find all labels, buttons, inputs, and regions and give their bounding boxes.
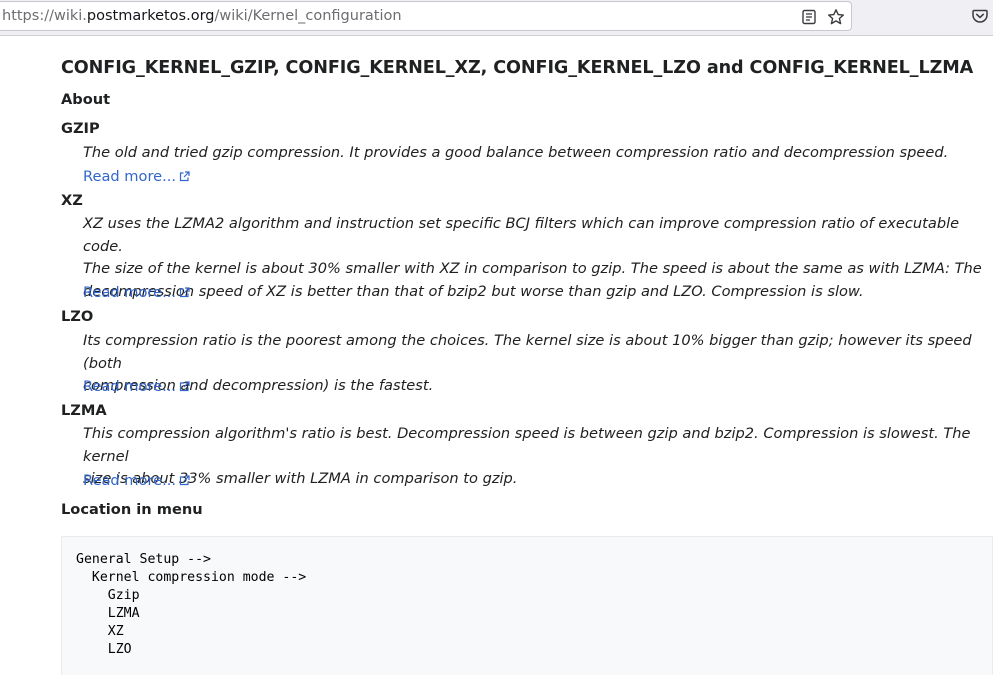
description-line: size is about 33% smaller with LZMA in c… xyxy=(83,470,518,487)
read-more-label: Read more... xyxy=(83,168,177,185)
section-description-lzma: This compression algorithm's ratio is be… xyxy=(83,423,993,491)
menu-code-block: General Setup --> Kernel compression mod… xyxy=(61,536,993,675)
url-bar[interactable]: https://wiki.postmarketos.org/wiki/Kerne… xyxy=(0,1,852,31)
location-heading: Location in menu xyxy=(61,501,203,518)
page-title: CONFIG_KERNEL_GZIP, CONFIG_KERNEL_XZ, CO… xyxy=(61,58,974,78)
page-content: CONFIG_KERNEL_GZIP, CONFIG_KERNEL_XZ, CO… xyxy=(61,36,993,675)
section-heading-xz: XZ xyxy=(61,192,83,209)
section-heading-lzma: LZMA xyxy=(61,402,107,419)
description-line: XZ uses the LZMA2 algorithm and instruct… xyxy=(83,215,960,255)
external-link-icon xyxy=(179,171,190,182)
external-link-icon xyxy=(179,475,190,486)
section-description-xz: XZ uses the LZMA2 algorithm and instruct… xyxy=(83,213,993,303)
url-domain: postmarketos.org xyxy=(86,8,215,24)
pocket-icon[interactable] xyxy=(971,7,989,25)
read-more-link-lzma[interactable]: Read more... xyxy=(83,472,190,489)
description-line: compression and decompression) is the fa… xyxy=(83,377,434,394)
read-more-label: Read more... xyxy=(83,472,177,489)
read-more-label: Read more... xyxy=(83,378,177,395)
code-line: Gzip xyxy=(76,588,140,604)
description-line: The size of the kernel is about 30% smal… xyxy=(83,260,982,277)
read-more-link-lzo[interactable]: Read more... xyxy=(83,378,190,395)
url-text[interactable]: https://wiki.postmarketos.org/wiki/Kerne… xyxy=(2,8,402,24)
reader-view-icon[interactable] xyxy=(800,8,818,26)
code-line: General Setup --> xyxy=(76,552,211,567)
read-more-link-xz[interactable]: Read more... xyxy=(83,284,190,301)
description-line: The old and tried gzip compression. It p… xyxy=(83,144,949,161)
url-prefix: https://wiki. xyxy=(2,8,87,24)
external-link-icon xyxy=(179,287,190,298)
browser-toolbar: https://wiki.postmarketos.org/wiki/Kerne… xyxy=(0,0,993,36)
code-line: LZO xyxy=(76,642,132,658)
code-line: Kernel compression mode --> xyxy=(76,570,307,586)
section-heading-gzip: GZIP xyxy=(61,120,100,137)
section-heading-lzo: LZO xyxy=(61,308,94,325)
about-heading: About xyxy=(61,91,111,108)
external-link-icon xyxy=(179,381,190,392)
section-description-lzo: Its compression ratio is the poorest amo… xyxy=(83,330,993,398)
read-more-link-gzip[interactable]: Read more... xyxy=(83,168,190,185)
bookmark-star-icon[interactable] xyxy=(827,8,845,26)
description-line: This compression algorithm's ratio is be… xyxy=(83,425,971,465)
read-more-label: Read more... xyxy=(83,284,177,301)
description-line: decompression speed of XZ is better than… xyxy=(83,282,864,300)
url-path: /wiki/Kernel_configuration xyxy=(214,8,402,24)
description-line: Its compression ratio is the poorest amo… xyxy=(83,332,972,372)
code-line: XZ xyxy=(76,624,124,640)
code-line: LZMA xyxy=(76,606,140,622)
section-description-gzip: The old and tried gzip compression. It p… xyxy=(83,142,993,165)
